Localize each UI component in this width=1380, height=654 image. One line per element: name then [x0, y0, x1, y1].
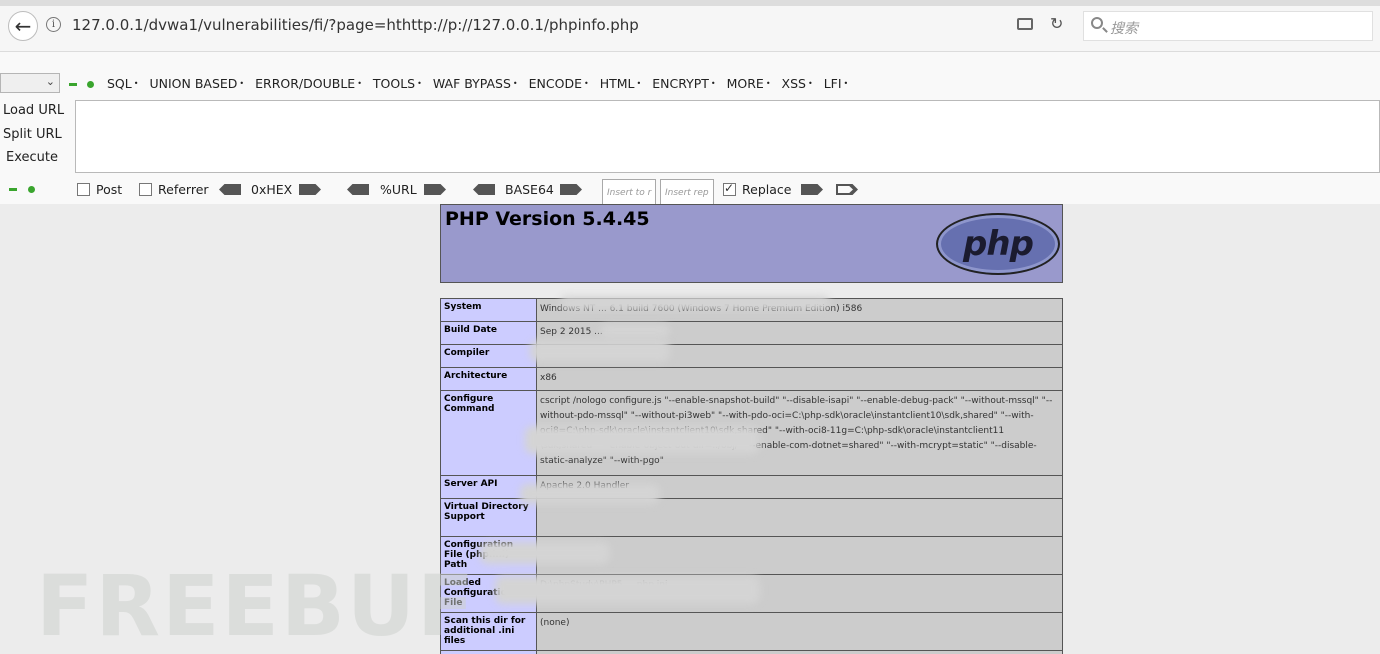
search-icon: [1091, 17, 1103, 29]
page-title: PHP Version 5.4.45: [445, 208, 650, 230]
row-key: Configure Command: [440, 390, 537, 476]
collapse-dash-icon[interactable]: [69, 83, 77, 86]
menu-more[interactable]: MORE: [727, 76, 771, 91]
hex-encode-arrow-icon[interactable]: [299, 184, 321, 195]
redaction-blur: [530, 340, 670, 362]
menu-encode[interactable]: ENCODE: [529, 76, 589, 91]
hackbar-toolbar: ⌄ SQL UNION BASED ERROR/DOUBLE TOOLS WAF…: [0, 52, 1380, 207]
menu-tools[interactable]: TOOLS: [373, 76, 422, 91]
browser-address-bar: ← i 127.0.0.1/dvwa1/vulnerabilities/fi/?…: [0, 0, 1380, 52]
row-key: Compiler: [440, 344, 537, 368]
redaction-blur: [520, 484, 660, 504]
menu-union-based[interactable]: UNION BASED: [149, 76, 244, 91]
url-encode-arrow-icon[interactable]: [424, 184, 446, 195]
post-label: Post: [96, 182, 123, 197]
freebuf-watermark: FREEBUF: [36, 557, 477, 654]
row-key: Build Date: [440, 321, 537, 345]
menu-lfi[interactable]: LFI: [824, 76, 849, 91]
post-checkbox[interactable]: [77, 183, 90, 196]
hex-label: 0xHEX: [251, 182, 293, 197]
row-value: x86: [536, 367, 1063, 391]
back-button[interactable]: ←: [8, 11, 38, 41]
base64-decode-arrow-icon[interactable]: [473, 184, 495, 195]
table-row: Architecture x86: [440, 367, 1063, 391]
search-placeholder: 搜索: [1110, 21, 1138, 37]
url-field[interactable]: 127.0.0.1/dvwa1/vulnerabilities/fi/?page…: [72, 16, 639, 34]
referrer-checkbox[interactable]: [139, 183, 152, 196]
window-top-edge: [0, 0, 1380, 6]
menu-waf-bypass[interactable]: WAF BYPASS: [433, 76, 518, 91]
redaction-blur: [525, 426, 760, 454]
base64-label: BASE64: [505, 182, 554, 197]
url-decode-arrow-icon[interactable]: [347, 184, 369, 195]
redaction-blur: [495, 576, 760, 604]
execute-button[interactable]: Execute: [6, 150, 58, 165]
status-dot-icon[interactable]: [87, 81, 94, 88]
url-encode-label: %URL: [380, 182, 417, 197]
collapse-dash-icon-2[interactable]: [9, 188, 17, 191]
menu-html[interactable]: HTML: [600, 76, 642, 91]
php-logo-text: php: [963, 224, 1034, 264]
phpinfo-page: PHP Version 5.4.45 php SystemWindows NT …: [440, 204, 1063, 654]
base64-encode-arrow-icon[interactable]: [560, 184, 582, 195]
redaction-blur: [560, 296, 830, 310]
replace-checkbox[interactable]: [723, 181, 736, 196]
hackbar-options-row: Post Referrer 0xHEX %URL BASE64 Insert t…: [0, 178, 1380, 207]
row-key: Architecture: [440, 367, 537, 391]
redaction-blur: [600, 324, 670, 338]
row-value: [536, 650, 1063, 654]
row-value: (none): [536, 612, 1063, 651]
hackbar-menu: SQL UNION BASED ERROR/DOUBLE TOOLS WAF B…: [107, 76, 859, 91]
replace-label: Replace: [742, 182, 792, 197]
row-value: [536, 536, 1063, 575]
insert-replacement-input[interactable]: Insert rep: [660, 179, 714, 207]
reload-icon[interactable]: ↻: [1050, 14, 1063, 33]
insert-to-replace-input[interactable]: Insert to r: [602, 179, 656, 207]
redaction-blur: [480, 542, 610, 564]
load-url-button[interactable]: Load URL: [3, 103, 64, 118]
row-value: [536, 498, 1063, 537]
menu-sql[interactable]: SQL: [107, 76, 138, 91]
menu-xss[interactable]: XSS: [782, 76, 813, 91]
hex-decode-arrow-icon[interactable]: [219, 184, 241, 195]
chevron-down-icon: ⌄: [45, 75, 55, 88]
replace-all-arrow-icon[interactable]: [836, 184, 858, 195]
reader-view-icon[interactable]: [1017, 18, 1033, 30]
search-input[interactable]: 搜索: [1083, 11, 1373, 41]
table-row: Virtual Directory Support: [440, 498, 1063, 537]
menu-encrypt[interactable]: ENCRYPT: [652, 76, 715, 91]
php-logo: php: [936, 213, 1060, 275]
referrer-label: Referrer: [158, 182, 209, 197]
phpinfo-header: PHP Version 5.4.45 php: [440, 204, 1063, 283]
row-key: System: [440, 298, 537, 322]
info-icon[interactable]: i: [46, 17, 61, 32]
split-url-button[interactable]: Split URL: [3, 127, 62, 142]
status-dot-icon-2[interactable]: [28, 186, 35, 193]
url-textarea[interactable]: [75, 100, 1380, 173]
arrow-left-icon: ←: [14, 14, 32, 38]
hackbar-select[interactable]: ⌄: [0, 73, 60, 93]
table-row: [440, 650, 1063, 654]
table-row: Scan this dir for additional .ini files(…: [440, 612, 1063, 651]
row-key: Virtual Directory Support: [440, 498, 537, 537]
replace-arrow-icon[interactable]: [801, 184, 823, 195]
menu-error-double[interactable]: ERROR/DOUBLE: [255, 76, 362, 91]
